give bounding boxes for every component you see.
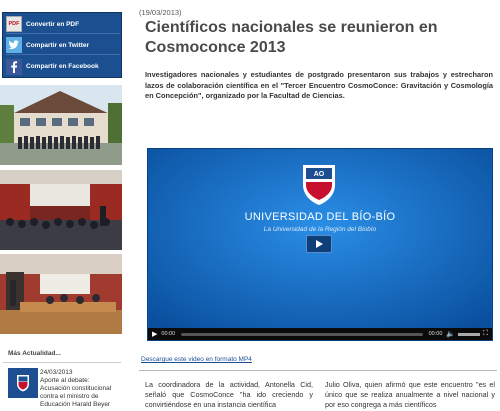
share-twitter-label: Compartir en Twitter xyxy=(26,41,90,49)
article-lead: Investigadores nacionales y estudiantes … xyxy=(145,70,493,100)
control-play-icon[interactable]: ▶ xyxy=(152,330,157,338)
share-twitter-link[interactable]: Compartir en Twitter xyxy=(6,36,120,55)
sidebar: PDF Convertir en PDF Compartir en Twitte… xyxy=(0,0,124,411)
university-name: UNIVERSIDAD DEL BÍO-BÍO xyxy=(244,211,396,223)
download-mp4-link[interactable]: Descargue este video en formato MP4 xyxy=(141,356,252,363)
university-tagline: La Universidad de la Región del Biobío xyxy=(263,226,377,233)
svg-text:AO: AO xyxy=(314,171,325,178)
video-play-button[interactable] xyxy=(306,235,332,253)
meeting-room-photo xyxy=(0,254,122,334)
article: (19/03/2013) Científicos nacionales se r… xyxy=(127,0,500,411)
volume-slider[interactable] xyxy=(458,332,481,336)
news-date: 24/03/2013 xyxy=(40,369,73,376)
pdf-icon: PDF xyxy=(6,16,22,32)
video-player[interactable]: AO UNIVERSIDAD DEL BÍO-BÍO La Universida… xyxy=(147,148,493,341)
convert-pdf-label: Convertir en PDF xyxy=(26,20,80,28)
article-body-column-2: Julio Oliva, quien afirmó que este encue… xyxy=(325,380,495,409)
current-time: 00:00 xyxy=(161,331,176,337)
divider xyxy=(139,370,497,371)
fullscreen-icon[interactable]: ⛶ xyxy=(483,330,488,338)
share-box: PDF Convertir en PDF Compartir en Twitte… xyxy=(2,12,122,78)
share-facebook-label: Compartir en Facebook xyxy=(26,63,99,70)
facebook-icon xyxy=(6,58,22,75)
play-icon xyxy=(316,240,323,248)
news-thumbnail[interactable] xyxy=(8,368,38,398)
progress-bar[interactable] xyxy=(181,332,423,336)
convert-pdf-link[interactable]: PDF Convertir en PDF xyxy=(6,15,120,34)
total-time: 00:00 xyxy=(428,331,443,337)
article-date: (19/03/2013) xyxy=(139,8,182,17)
news-headline[interactable]: Aporte al debate: Acusación constitucion… xyxy=(40,377,120,409)
group-photo-building xyxy=(0,85,122,165)
article-title: Científicos nacionales se reunieron en C… xyxy=(145,19,438,56)
more-news-title: Más Actualidad... xyxy=(8,350,61,357)
article-body-column-1: La coordinadora de la actividad, Antonel… xyxy=(145,380,313,409)
university-shield-icon: AO xyxy=(303,165,335,205)
auditorium-photo xyxy=(0,170,122,250)
twitter-icon xyxy=(6,37,22,53)
video-controls: ▶ 00:00 00:00 🔈 ⛶ xyxy=(148,328,492,340)
divider xyxy=(3,362,121,363)
volume-icon[interactable]: 🔈 xyxy=(446,330,455,338)
share-facebook-link[interactable]: Compartir en Facebook xyxy=(6,57,120,76)
